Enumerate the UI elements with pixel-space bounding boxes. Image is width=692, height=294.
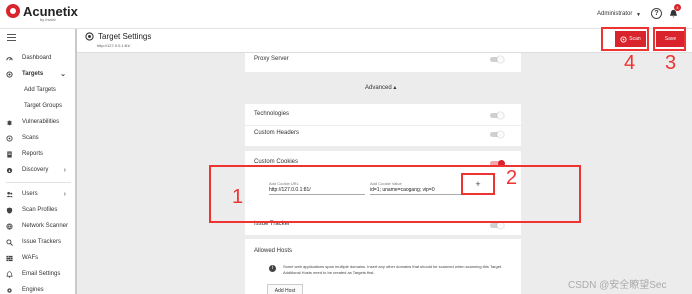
custom-headers-label: Custom Headers — [254, 130, 300, 136]
chevron-down-icon[interactable]: ▼ — [636, 12, 641, 18]
sidebar-item-issue-trackers[interactable]: Issue Trackers — [0, 235, 75, 249]
acunetix-logo-icon — [6, 4, 20, 18]
sidebar-item-label: Scans — [22, 135, 39, 141]
sidebar-item-scan-profiles[interactable]: Scan Profiles — [0, 203, 75, 217]
page-header: Target Settings http://127.0.0.1:81/ — [77, 29, 692, 53]
top-bar: Acunetix by Invicti Administrator ▼ ? 4 — [0, 0, 692, 29]
proxy-server-toggle[interactable] — [490, 56, 504, 63]
annotation-number: 2 — [506, 167, 518, 189]
engine-icon — [7, 287, 12, 293]
annotation-number: 3 — [665, 52, 677, 74]
issue-tracker-toggle[interactable] — [490, 222, 504, 229]
users-icon — [6, 191, 13, 197]
sidebar-item-dashboard[interactable]: Dashboard — [0, 51, 75, 65]
report-icon — [7, 150, 12, 158]
scan-icon — [6, 134, 13, 142]
sidebar-item-label: Scan Profiles — [22, 207, 58, 213]
sidebar-item-label: Target Groups — [24, 103, 63, 109]
advanced-label: Advanced — [365, 85, 392, 91]
proxy-server-card: Proxy Server — [245, 53, 521, 72]
help-icon[interactable]: ? — [651, 8, 662, 19]
target-icon — [85, 32, 94, 41]
divider — [245, 125, 521, 126]
annotation-box-scan — [601, 27, 649, 51]
allowed-hosts-info: Some web applications span multiple doma… — [283, 264, 503, 275]
advanced-section-toggle[interactable]: Advanced ▴ — [365, 84, 396, 91]
app-name: Acunetix — [23, 3, 78, 19]
network-icon — [6, 222, 13, 230]
technologies-toggle[interactable] — [490, 112, 504, 119]
sidebar-item-label: Vulnerabilities — [22, 119, 60, 125]
menu-icon[interactable] — [7, 34, 16, 41]
sidebar-item-vulnerabilities[interactable]: Vulnerabilities — [0, 115, 75, 129]
sidebar-item-label: Email Settings — [22, 271, 61, 277]
sidebar-item-add-targets[interactable]: Add Targets — [0, 83, 75, 97]
sidebar-item-label: Add Targets — [24, 87, 56, 93]
sidebar-item-discovery[interactable]: Discovery › — [0, 163, 75, 177]
sidebar-item-wafs[interactable]: WAFs — [0, 251, 75, 265]
sidebar-item-engines[interactable]: Engines — [0, 283, 75, 294]
info-icon: i — [269, 265, 276, 272]
user-menu[interactable]: Administrator — [597, 11, 632, 17]
sidebar-item-scans[interactable]: Scans — [0, 131, 75, 145]
target-icon — [6, 70, 13, 78]
sidebar-item-label: Issue Trackers — [22, 239, 62, 245]
proxy-server-label: Proxy Server — [254, 56, 289, 62]
sidebar-item-email-settings[interactable]: Email Settings — [0, 267, 75, 281]
annotation-box-save — [653, 27, 686, 51]
sidebar-item-label: Engines — [22, 287, 44, 293]
target-url: http://127.0.0.1:81/ — [97, 43, 131, 48]
app-byline: by Invicti — [40, 17, 56, 22]
bug-icon — [6, 119, 13, 125]
dashboard-icon — [6, 56, 13, 61]
sidebar-item-label: WAFs — [22, 255, 39, 261]
sidebar-item-label: Reports — [22, 151, 44, 157]
watermark: CSDN @安全瞭望Sec — [568, 280, 667, 291]
allowed-hosts-label: Allowed Hosts — [254, 248, 293, 254]
firewall-icon — [6, 255, 13, 261]
logo[interactable]: Acunetix — [6, 4, 78, 18]
chevron-right-icon[interactable]: › — [64, 167, 66, 174]
discovery-icon — [6, 167, 13, 173]
chevron-right-icon[interactable]: › — [64, 191, 66, 198]
add-host-button[interactable]: Add Host — [267, 284, 303, 294]
sidebar: Dashboard Targets ⌄ Add Targets Target G… — [0, 29, 77, 294]
sidebar-item-label: Network Scanner — [22, 223, 69, 229]
notification-badge: 4 — [674, 4, 681, 11]
sidebar-divider — [6, 182, 71, 183]
advanced-card: Technologies Custom Headers — [245, 104, 521, 146]
sidebar-item-target-groups[interactable]: Target Groups — [0, 99, 75, 113]
sidebar-item-reports[interactable]: Reports — [0, 147, 75, 161]
annotation-box-cookies — [209, 165, 581, 223]
sidebar-item-targets[interactable]: Targets ⌄ — [0, 67, 75, 81]
sidebar-item-label: Discovery — [22, 167, 49, 173]
custom-headers-toggle[interactable] — [490, 131, 504, 138]
sidebar-item-label: Dashboard — [22, 55, 52, 61]
sidebar-item-network-scanner[interactable]: Network Scanner — [0, 219, 75, 233]
annotation-number: 1 — [232, 186, 244, 208]
sidebar-item-label: Users — [22, 191, 38, 197]
bell-icon — [6, 270, 13, 278]
caret-up-icon: ▴ — [393, 85, 397, 91]
page-title: Target Settings — [98, 32, 152, 41]
technologies-label: Technologies — [254, 111, 290, 117]
sidebar-item-users[interactable]: Users › — [0, 187, 75, 201]
chevron-down-icon[interactable]: ⌄ — [60, 70, 66, 78]
shield-icon — [6, 206, 13, 214]
search-icon — [6, 238, 13, 246]
sidebar-item-label: Targets — [22, 71, 44, 77]
annotation-number: 4 — [624, 52, 636, 74]
